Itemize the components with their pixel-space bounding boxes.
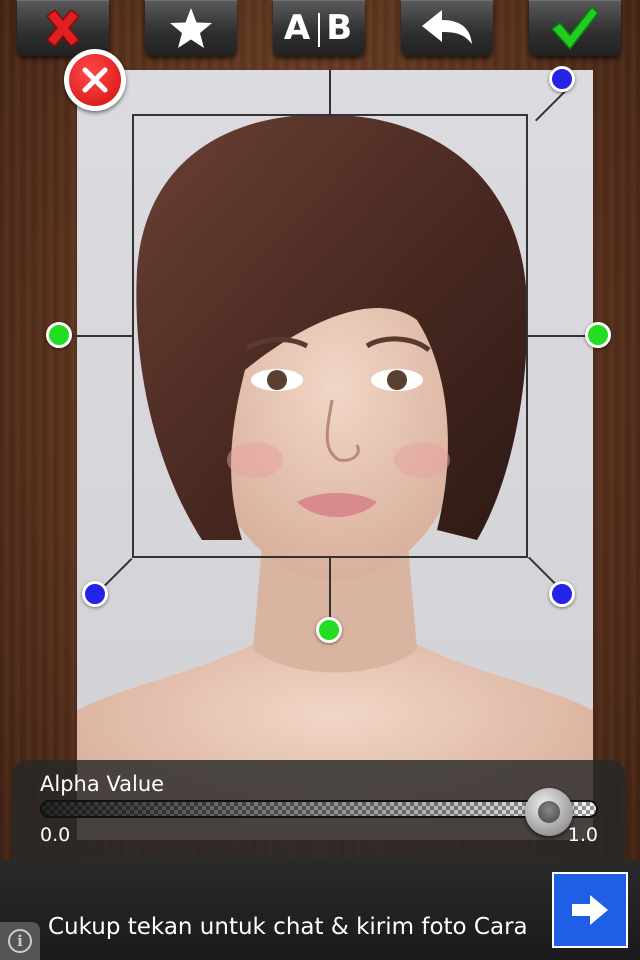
cancel-button[interactable] <box>17 0 109 56</box>
alpha-max-label: 1.0 <box>567 824 598 846</box>
alpha-label: Alpha Value <box>40 772 165 796</box>
undo-button[interactable] <box>401 0 493 56</box>
info-icon: i <box>8 929 32 953</box>
ad-banner[interactable]: Cukup tekan untuk chat & kirim foto Cara <box>0 860 640 960</box>
ad-info-button[interactable]: i <box>0 922 40 960</box>
arrow-right-icon <box>572 895 608 925</box>
resize-handle-top-right[interactable] <box>549 66 575 92</box>
star-icon <box>170 8 212 48</box>
ab-compare-icon: AB <box>284 8 354 48</box>
compare-ab-button[interactable]: AB <box>273 0 365 56</box>
guide-line-top <box>329 70 331 114</box>
ad-arrow-button[interactable] <box>552 872 628 948</box>
resize-handle-bottom[interactable] <box>316 617 342 643</box>
close-icon <box>45 8 81 48</box>
close-circle-icon <box>82 67 108 93</box>
resize-handle-left[interactable] <box>46 322 72 348</box>
remove-hair-button[interactable] <box>64 49 126 111</box>
resize-handle-bottom-right[interactable] <box>549 581 575 607</box>
ad-text[interactable]: Cukup tekan untuk chat & kirim foto Cara <box>48 914 528 940</box>
favorite-button[interactable] <box>145 0 237 56</box>
alpha-slider-track[interactable] <box>40 800 598 818</box>
confirm-button[interactable] <box>529 0 621 56</box>
ab-label-b: B <box>326 8 355 48</box>
undo-icon <box>422 10 472 44</box>
resize-handle-bottom-left[interactable] <box>82 581 108 607</box>
checkmark-icon <box>550 5 599 51</box>
resize-handle-right[interactable] <box>585 322 611 348</box>
alpha-slider-thumb[interactable] <box>524 788 573 836</box>
alpha-panel: Alpha Value 0.0 1.0 <box>12 760 626 870</box>
ab-label-a: A <box>283 8 313 48</box>
alpha-min-label: 0.0 <box>40 824 71 846</box>
hair-fit-box[interactable] <box>132 114 528 558</box>
